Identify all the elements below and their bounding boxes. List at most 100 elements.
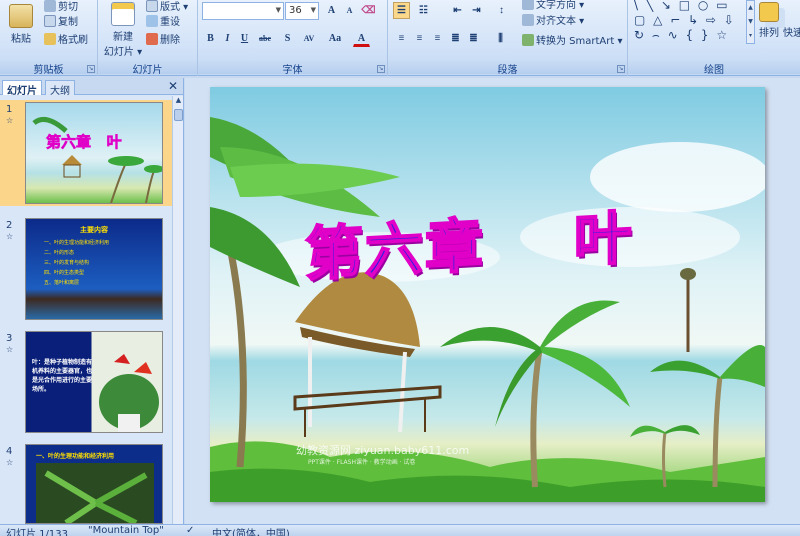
slide-number: 4 ☆ <box>6 446 14 467</box>
clear-format-button[interactable]: ⌫ <box>360 2 377 19</box>
line-spacing-button[interactable]: ↕ <box>493 2 510 19</box>
language-indicator[interactable]: 中文(简体，中国) <box>212 525 290 536</box>
paste-button[interactable]: 粘贴 <box>2 4 40 45</box>
justify-button[interactable]: ≣ <box>447 30 464 47</box>
quick-styles-button[interactable]: 快速 <box>782 2 800 39</box>
font-dialog-launcher[interactable]: ↘ <box>377 65 385 73</box>
new-slide-button[interactable]: 新建 幻灯片 ▾ <box>102 2 144 58</box>
status-bar: 幻灯片 1/133 "Mountain Top" ✓ 中文(简体，中国) <box>0 524 800 536</box>
ribbon: 粘贴 剪切 复制 格式刷 剪贴板 ↘ 新建 幻灯片 ▾ 版式 ▾ 重设 删除 幻… <box>0 0 800 76</box>
font-name-combo[interactable]: ▼ <box>202 2 284 20</box>
scissors-icon <box>44 0 56 12</box>
slide-number: 1 ☆ <box>6 104 14 125</box>
increase-indent-button[interactable]: ⇥ <box>468 2 485 19</box>
format-painter-button[interactable]: 格式刷 <box>44 31 88 46</box>
arrange-icon <box>759 2 779 22</box>
slide-number: 2 ☆ <box>6 220 14 241</box>
thumbnail-heading: 一、叶的生理功能和经济利用 <box>36 453 115 460</box>
cut-button[interactable]: 剪切 <box>44 0 78 13</box>
grow-font-button[interactable]: A <box>323 2 340 19</box>
change-case-button[interactable]: Aa <box>324 30 346 47</box>
text-direction-button[interactable]: 文字方向 ▾ <box>522 0 584 11</box>
thumbnail-image: 一、叶的生理功能和经济利用 <box>25 444 163 524</box>
slide-watermark: 幼教资源网 ziyuan.baby611.com <box>296 444 470 457</box>
tab-outline[interactable]: 大纲 <box>45 80 75 97</box>
thumbnail-item-2: 二、叶的形态 <box>44 250 75 256</box>
slides-pane: 幻灯片 大纲 ✕ 1 ☆ 第六章 叶 2 ☆ 主要内容 一、叶的生理功能和经济利用 … <box>0 78 184 524</box>
slide-thumbnail-4[interactable]: 4 ☆ 一、叶的生理功能和经济利用 <box>0 442 172 524</box>
quick-styles-icon <box>784 2 800 22</box>
theme-name: "Mountain Top" <box>88 525 164 536</box>
align-center-button[interactable]: ≡ <box>411 30 428 47</box>
copy-icon <box>44 14 56 27</box>
align-right-button[interactable]: ≡ <box>429 30 446 47</box>
arrange-button[interactable]: 排列 <box>756 2 782 39</box>
thumbnail-title: 第六章 叶 <box>46 133 122 152</box>
underline-button[interactable]: U <box>236 30 253 47</box>
scroll-thumb[interactable] <box>174 109 183 121</box>
slide-editor: 第六章 叶 幼教资源网 ziyuan.baby611.com PPT课件 · F… <box>185 78 800 524</box>
bold-button[interactable]: B <box>202 30 219 47</box>
font-size-combo[interactable]: 36 ▼ <box>285 2 319 20</box>
strikethrough-button[interactable]: abe <box>253 30 277 47</box>
slide-watermark-small: PPT课件 · FLASH课件 · 教学动画 · 试卷 <box>308 459 416 466</box>
slide-canvas[interactable]: 第六章 叶 幼教资源网 ziyuan.baby611.com PPT课件 · F… <box>210 87 765 502</box>
anthurium-photo <box>99 354 159 432</box>
transition-icon: ☆ <box>6 116 14 125</box>
slide-thumbnail-2[interactable]: 2 ☆ 主要内容 一、叶的生理功能和经济利用 二、叶的形态 三、叶的发育与结构 四… <box>0 216 172 322</box>
scroll-up-icon[interactable]: ▲ <box>173 96 184 108</box>
leaf-photo <box>36 463 154 523</box>
shapes-row-2: ▢ △ ⌐ ↳ ⇨ ⇩ <box>634 13 736 27</box>
reset-icon <box>146 14 158 27</box>
columns-button[interactable]: ⫼ <box>492 30 509 47</box>
chevron-down-icon: ▼ <box>310 6 316 14</box>
delete-icon <box>146 32 158 45</box>
thumbnail-scene <box>32 116 162 203</box>
tab-slides[interactable]: 幻灯片 <box>2 80 42 97</box>
align-left-button[interactable]: ≡ <box>393 30 410 47</box>
slide-title[interactable]: 第六章 叶 <box>304 190 635 291</box>
font-group: ▼ 36 ▼ A A ⌫ B I U abe S AV Aa A 字体 ↘ <box>198 0 388 76</box>
gallery-scroll[interactable]: ▲ ▼ ▾ <box>746 0 755 44</box>
align-text-button[interactable]: 对齐文本 ▾ <box>522 12 584 27</box>
paste-icon <box>9 4 33 28</box>
slide-thumbnail-1[interactable]: 1 ☆ 第六章 叶 <box>0 100 172 206</box>
thumbnail-text: 叶：是种子植物制造有机养料的主要器官，也是光合作用进行的主要场所。 <box>32 359 93 393</box>
delete-slide-button[interactable]: 删除 <box>146 31 180 46</box>
layout-button[interactable]: 版式 ▾ <box>146 0 188 13</box>
italic-button[interactable]: I <box>219 30 236 47</box>
distribute-button[interactable]: ≣ <box>465 30 482 47</box>
numbering-button[interactable]: ☷ <box>415 2 432 19</box>
clipboard-group-label: 剪贴板 <box>0 61 97 76</box>
copy-button[interactable]: 复制 <box>44 13 78 28</box>
pane-scrollbar[interactable]: ▲ <box>172 96 183 524</box>
align-text-icon <box>522 13 534 26</box>
smartart-icon <box>522 33 534 46</box>
clipboard-dialog-launcher[interactable]: ↘ <box>87 65 95 73</box>
transition-icon: ☆ <box>6 458 14 467</box>
shapes-row-1: \ ╲ ↘ □ ○ ▭ <box>634 0 730 12</box>
drawing-group-label: 绘图 <box>628 61 800 76</box>
char-spacing-button[interactable]: AV <box>298 30 320 47</box>
shapes-gallery[interactable]: \ ╲ ↘ □ ○ ▭ ▢ △ ⌐ ↳ ⇨ ⇩ ↻ ⌢ ∿ { } ☆ <box>634 0 744 44</box>
reset-button[interactable]: 重设 <box>146 13 180 28</box>
slide-count: 幻灯片 1/133 <box>6 529 68 536</box>
close-icon[interactable]: ✕ <box>168 79 178 93</box>
thumbnail-item-3: 三、叶的发育与结构 <box>44 260 90 266</box>
drawing-group: \ ╲ ↘ □ ○ ▭ ▢ △ ⌐ ↳ ⇨ ⇩ ↻ ⌢ ∿ { } ☆ ▲ ▼ ▾ … <box>628 0 800 76</box>
paragraph-dialog-launcher[interactable]: ↘ <box>617 65 625 73</box>
shapes-row-3: ↻ ⌢ ∿ { } ☆ <box>634 28 730 42</box>
bullets-button[interactable]: ☰ <box>393 2 410 19</box>
font-group-label: 字体 <box>198 61 387 76</box>
slide-thumbnail-3[interactable]: 3 ☆ 叶：是种子植物制造有机养料的主要器官，也是光合作用进行的主要场所。 <box>0 329 172 435</box>
thumbnail-image: 叶：是种子植物制造有机养料的主要器官，也是光合作用进行的主要场所。 <box>25 331 163 433</box>
slides-group: 新建 幻灯片 ▾ 版式 ▾ 重设 删除 幻灯片 <box>98 0 198 76</box>
convert-smartart-button[interactable]: 转换为 SmartArt ▾ <box>522 32 623 47</box>
brush-icon <box>44 32 56 45</box>
decrease-indent-button[interactable]: ⇤ <box>449 2 466 19</box>
spellcheck-icon[interactable]: ✓ <box>186 525 194 536</box>
shadow-button[interactable]: S <box>279 30 296 47</box>
shrink-font-button[interactable]: A <box>341 2 358 19</box>
font-color-button[interactable]: A <box>353 30 370 47</box>
chevron-down-icon: ▼ <box>275 6 281 14</box>
